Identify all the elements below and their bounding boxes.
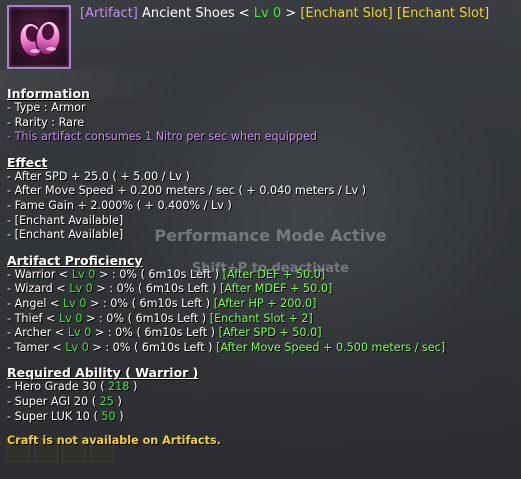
proficiency-class: - Wizard < xyxy=(7,282,66,296)
effect-line: - [Enchant Available] xyxy=(7,228,124,242)
item-title: [Artifact] Ancient Shoes < Lv 0 > [Encha… xyxy=(80,6,489,21)
item-type: - Type : Armor xyxy=(7,101,86,114)
proficiency-bonus: [Enchant Slot + 2] xyxy=(209,311,313,325)
proficiency-title: Artifact Proficiency xyxy=(7,252,143,268)
required-row-hero-grade: - Hero Grade 30 ( 218 ) xyxy=(7,380,512,395)
required-value: 25 xyxy=(99,394,114,408)
proficiency-level: Lv 0 xyxy=(65,340,89,354)
required-open: ( xyxy=(91,394,97,408)
proficiency-level: Lv 0 xyxy=(62,296,87,310)
ancient-shoes-icon xyxy=(7,5,71,69)
effect-line: - [Enchant Available] xyxy=(7,213,124,227)
effect-line: - After Move Speed + 0.200 meters / sec … xyxy=(7,184,367,198)
required-value: 218 xyxy=(108,380,130,394)
proficiency-row-angel: - Angel < Lv 0 > : 0% ( 6m10s Left ) [Af… xyxy=(7,297,512,312)
proficiency-bonus: [After MDEF + 50.0] xyxy=(220,282,333,296)
level-close: > xyxy=(285,6,297,21)
proficiency-class: - Warrior < xyxy=(7,267,69,281)
required-label: - Hero Grade 30 xyxy=(7,380,97,394)
game-screen: Performance Mode Active Shift+P to deact… xyxy=(0,0,521,479)
effect-title: Effect xyxy=(7,154,48,170)
proficiency-progress: > : 0% ( 6m10s Left ) xyxy=(86,311,207,325)
required-open: ( xyxy=(93,409,98,423)
proficiency-progress: > : 0% ( 6m10s Left ) xyxy=(92,340,213,354)
enchant-slot-2: [Enchant Slot] xyxy=(396,6,490,21)
required-close: ) xyxy=(117,394,122,408)
proficiency-level: Lv 0 xyxy=(69,282,93,296)
proficiency-bonus: [After HP + 200.0] xyxy=(213,296,317,310)
proficiency-class: - Thief < xyxy=(7,311,56,325)
required-ability-title: Required Ability ( Warrior ) xyxy=(7,365,199,381)
proficiency-progress: > : 0% ( 6m10s Left ) xyxy=(98,267,220,281)
required-label: - Super LUK 10 xyxy=(7,409,90,423)
proficiency-level: Lv 0 xyxy=(58,311,83,325)
required-row-super-agi: - Super AGI 20 ( 25 ) xyxy=(7,395,512,410)
proficiency-row-warrior: - Warrior < Lv 0 > : 0% ( 6m10s Left ) [… xyxy=(7,268,512,283)
required-label: - Super AGI 20 xyxy=(7,394,89,408)
information-title: Information xyxy=(7,86,90,101)
effect-line: - Fame Gain + 2.000% ( + 0.400% / Lv ) xyxy=(7,198,232,212)
proficiency-bonus: [After SPD + 50.0] xyxy=(218,326,322,340)
item-rarity: - Rarity : Rare xyxy=(7,115,85,129)
proficiency-progress: > : 0% ( 6m10s Left ) xyxy=(90,296,211,310)
required-close: ) xyxy=(132,380,138,394)
required-close: ) xyxy=(119,409,124,423)
artifact-tag: [Artifact] xyxy=(80,6,138,21)
effect-line: - After SPD + 25.0 ( + 5.00 / Lv ) xyxy=(7,169,190,183)
proficiency-bonus: [After Move Speed + 0.500 meters / sec] xyxy=(216,340,446,354)
required-open: ( xyxy=(100,380,105,394)
required-row-super-luk: - Super LUK 10 ( 50 ) xyxy=(7,410,512,425)
item-tooltip: Information - Type : Armor - Rarity : Ra… xyxy=(7,86,512,449)
item-level: Lv 0 xyxy=(253,6,282,21)
item-name: Ancient Shoes xyxy=(142,6,235,21)
shoes-icon xyxy=(18,20,61,58)
proficiency-row-tamer: - Tamer < Lv 0 > : 0% ( 6m10s Left ) [Af… xyxy=(7,341,512,356)
proficiency-row-archer: - Archer < Lv 0 > : 0% ( 6m10s Left ) [A… xyxy=(7,326,512,341)
proficiency-level: Lv 0 xyxy=(71,267,96,281)
nitro-consumption: - This artifact consumes 1 Nitro per sec… xyxy=(7,130,318,144)
level-open: < xyxy=(238,6,250,21)
required-value: 50 xyxy=(101,409,116,423)
proficiency-progress: > : 0% ( 6m10s Left ) xyxy=(94,326,216,340)
proficiency-level: Lv 0 xyxy=(67,326,92,340)
proficiency-row-thief: - Thief < Lv 0 > : 0% ( 6m10s Left ) [En… xyxy=(7,312,512,327)
proficiency-class: - Angel < xyxy=(7,296,60,310)
proficiency-row-wizard: - Wizard < Lv 0 > : 0% ( 6m10s Left ) [A… xyxy=(7,282,512,297)
craft-notice: Craft is not available on Artifacts. xyxy=(7,434,221,448)
proficiency-progress: > : 0% ( 6m10s Left ) xyxy=(96,282,217,296)
enchant-slot-1: [Enchant Slot] xyxy=(300,6,393,21)
proficiency-class: - Archer < xyxy=(7,326,65,340)
proficiency-bonus: [After DEF + 50.0] xyxy=(222,267,326,281)
proficiency-class: - Tamer < xyxy=(7,340,62,354)
